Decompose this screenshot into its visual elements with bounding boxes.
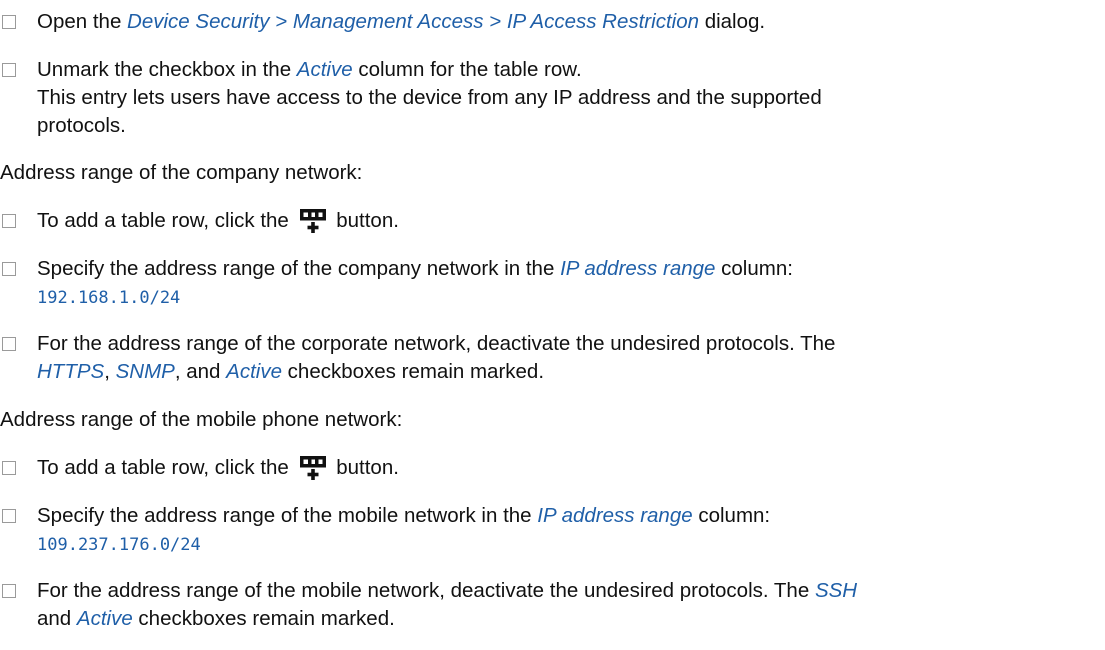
step-text: To add a table row, click the — [37, 456, 295, 479]
step-text: Specify the address range of the mobile … — [37, 504, 538, 527]
step-deactivate-mobile-cont: and Active checkboxes remain marked. — [0, 605, 1097, 633]
ui-reference: IP address range — [560, 257, 716, 280]
note-text: protocols. — [37, 114, 126, 137]
step-text: Specify the address range of the company… — [37, 257, 561, 280]
checkbox-icon — [2, 509, 16, 523]
add-table-row-icon — [299, 207, 327, 241]
step-text: Unmark the checkbox in the — [37, 58, 297, 81]
step-text: For the address range of the corporate n… — [37, 332, 836, 355]
dialog-path: Device Security > Management Access > IP… — [127, 10, 699, 33]
step-text: Open the — [37, 10, 128, 33]
step-unmark-active: Unmark the checkbox in the Active column… — [0, 56, 1097, 84]
checkbox-icon — [2, 584, 16, 598]
ui-reference: IP address range — [537, 504, 693, 527]
add-table-row-icon — [299, 454, 327, 488]
step-text: button. — [330, 456, 399, 479]
ip-range-value: 109.237.176.0/24 — [37, 535, 201, 555]
step-note: This entry lets users have access to the… — [0, 84, 1097, 112]
ui-reference: Active — [226, 360, 282, 383]
step-text: and — [37, 607, 77, 630]
step-text: For the address range of the mobile netw… — [37, 579, 815, 602]
step-text: column: — [692, 504, 771, 527]
section-heading-company: Address range of the company network: — [0, 161, 363, 184]
input-value-mobile: 109.237.176.0/24 — [0, 530, 1097, 559]
step-deactivate-company-cont: HTTPS, SNMP, and Active checkboxes remai… — [0, 358, 1097, 386]
step-text: column for the table row. — [352, 58, 582, 81]
checkbox-icon — [2, 15, 16, 29]
step-add-row: To add a table row, click the button. — [0, 454, 1097, 488]
step-text: dialog. — [699, 10, 766, 33]
step-specify-company-range: Specify the address range of the company… — [0, 255, 1097, 283]
input-value-company: 192.168.1.0/24 — [0, 283, 1097, 312]
step-add-row: To add a table row, click the button. — [0, 207, 1097, 241]
ip-range-value: 192.168.1.0/24 — [37, 288, 181, 308]
step-text: checkboxes remain marked. — [281, 360, 545, 383]
step-deactivate-company: For the address range of the corporate n… — [0, 330, 1097, 358]
step-text: , and — [174, 360, 227, 383]
checkbox-icon — [2, 262, 16, 276]
step-text: checkboxes remain marked. — [132, 607, 395, 630]
step-text: column: — [715, 257, 793, 280]
ui-reference: SNMP — [115, 360, 175, 383]
step-text: To add a table row, click the — [37, 209, 295, 232]
section-heading-mobile: Address range of the mobile phone networ… — [0, 408, 403, 431]
step-specify-mobile-range: Specify the address range of the mobile … — [0, 502, 1097, 530]
ui-reference: Active — [76, 607, 133, 630]
checkbox-icon — [2, 337, 16, 351]
checkbox-icon — [2, 63, 16, 77]
checkbox-icon — [2, 461, 16, 475]
instructions-page: Open the Device Security > Management Ac… — [0, 0, 1105, 650]
step-open-dialog: Open the Device Security > Management Ac… — [0, 8, 1097, 36]
step-note: protocols. — [0, 112, 1097, 140]
ui-reference: HTTPS — [37, 360, 105, 383]
ui-reference: SSH — [814, 579, 858, 602]
checkbox-icon — [2, 214, 16, 228]
note-text: This entry lets users have access to the… — [37, 86, 822, 109]
step-text: , — [104, 360, 116, 383]
step-deactivate-mobile: For the address range of the mobile netw… — [0, 577, 1097, 605]
ui-reference: Active — [296, 58, 353, 81]
step-text: button. — [330, 209, 399, 232]
